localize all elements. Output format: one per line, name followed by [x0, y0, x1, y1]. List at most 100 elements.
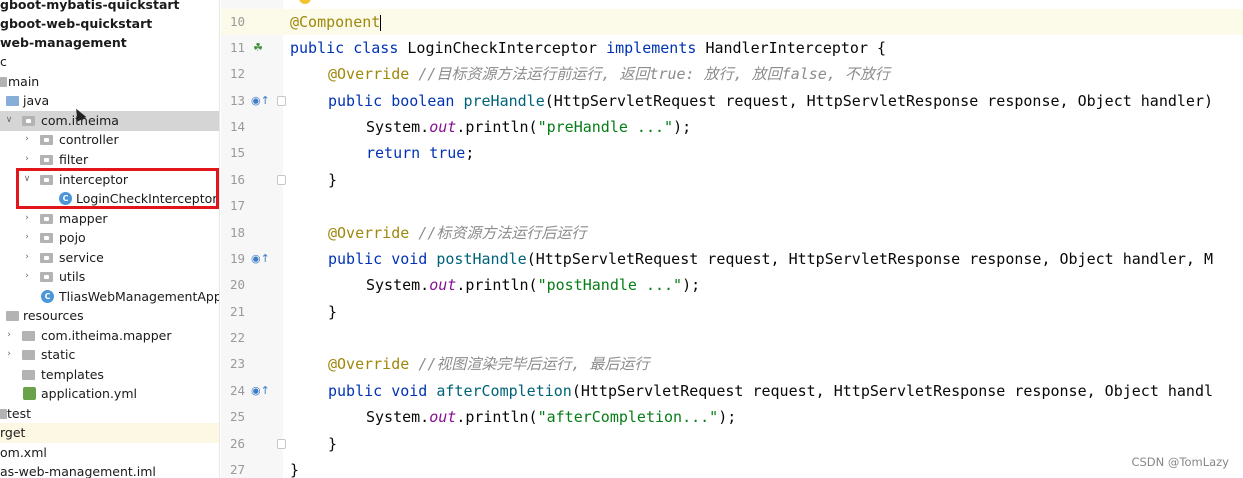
folder-icon: [22, 370, 35, 380]
chevron-right-icon[interactable]: ›: [4, 345, 14, 365]
line-number: 11: [229, 40, 245, 55]
line-number: 15: [229, 145, 245, 160]
line-number: 22: [229, 330, 245, 345]
keyword: public: [328, 92, 383, 110]
method-name: preHandle: [463, 92, 545, 110]
tree-item-com-itheima-mapper[interactable]: › com.itheima.mapper: [0, 326, 219, 346]
tree-item[interactable]: web-management: [0, 33, 219, 53]
tree-item-label: mapper: [59, 211, 108, 226]
tree-item-pojo[interactable]: › pojo: [0, 228, 219, 248]
method-params: (HttpServletRequest request, HttpServlet…: [571, 382, 1214, 400]
code-text: System.: [366, 276, 430, 294]
code-text: System.: [366, 118, 430, 136]
tree-item[interactable]: c: [0, 52, 219, 72]
line-number: 12: [229, 66, 245, 81]
chevron-right-icon[interactable]: ›: [22, 267, 32, 287]
tree-item-filter[interactable]: › filter: [0, 150, 219, 170]
code-line-26: }: [328, 431, 337, 457]
code-editor[interactable]: 10 11 12 13 14 15 16 17 18 19 20 21 22 2…: [221, 0, 1243, 478]
code-text: );: [682, 276, 701, 294]
string-literal: "preHandle ...": [537, 118, 674, 136]
fold-marker-icon[interactable]: [277, 175, 286, 185]
line-number: 27: [229, 462, 245, 477]
tree-item-application-yml[interactable]: application.yml: [0, 384, 219, 404]
line-number: 19: [229, 251, 245, 266]
lightbulb-icon[interactable]: [299, 0, 311, 4]
package-icon: [40, 214, 53, 224]
annotation: @Override: [328, 355, 410, 373]
line-number: 26: [229, 436, 245, 451]
keyword: public: [328, 382, 383, 400]
chevron-right-icon[interactable]: ›: [22, 248, 32, 268]
fold-marker-icon[interactable]: [277, 439, 286, 449]
spring-boot-class-icon: C: [41, 290, 54, 303]
code-line-18: @Override //标资源方法运行后运行: [328, 220, 586, 246]
tree-item-service[interactable]: › service: [0, 248, 219, 268]
tree-item-application-class[interactable]: C TliasWebManagementApplic: [0, 287, 219, 307]
field: out: [429, 118, 457, 136]
chevron-right-icon[interactable]: ›: [22, 150, 32, 170]
package-icon: [22, 116, 35, 126]
chevron-right-icon[interactable]: ›: [22, 228, 32, 248]
code-line-16: }: [328, 167, 337, 193]
code-line-10: @Component: [290, 9, 382, 35]
project-tree: gboot-mybatis-quickstart gboot-web-quick…: [0, 0, 220, 478]
tree-item-iml[interactable]: as-web-management.iml: [0, 462, 219, 478]
tree-item-target[interactable]: rget: [0, 423, 219, 443]
method-name: postHandle: [436, 250, 527, 268]
keyword: boolean: [391, 92, 455, 110]
spring-bean-icon[interactable]: ☘: [251, 41, 265, 55]
chevron-right-icon[interactable]: ›: [22, 209, 32, 229]
tree-item[interactable]: gboot-mybatis-quickstart: [0, 0, 219, 15]
tree-item-resources[interactable]: resources: [0, 306, 219, 326]
implements-method-icon[interactable]: ◉↑: [251, 94, 270, 108]
code-line-19: public void postHandle(HttpServletReques…: [328, 246, 1213, 272]
folder-icon: [22, 350, 35, 360]
line-number: 23: [229, 356, 245, 371]
comment: //目标资源方法运行前运行, 返回true: 放行, 放回false, 不放行: [418, 65, 890, 83]
tree-item-pom-xml[interactable]: om.xml: [0, 443, 219, 463]
tree-item-label: pojo: [59, 230, 86, 245]
keyword: implements: [606, 39, 697, 57]
implements-method-icon[interactable]: ◉↑: [251, 252, 270, 266]
tree-item-templates[interactable]: templates: [0, 365, 219, 385]
tree-item-com-itheima[interactable]: ∨ com.itheima: [0, 111, 219, 131]
tree-item-test[interactable]: test: [0, 404, 219, 424]
tree-item[interactable]: gboot-web-quickstart: [0, 14, 219, 34]
tree-item-label: service: [59, 250, 104, 265]
tree-item-main[interactable]: main: [0, 72, 219, 92]
chevron-down-icon[interactable]: ∨: [4, 111, 14, 131]
code-text: }: [290, 461, 300, 478]
field: out: [429, 276, 457, 294]
tree-item-label: java: [23, 93, 50, 108]
code-line-23: @Override //视图渲染完毕后运行, 最后运行: [328, 351, 649, 377]
fold-marker-icon[interactable]: [277, 96, 286, 106]
package-icon: [40, 233, 53, 243]
tree-item-static[interactable]: › static: [0, 345, 219, 365]
tree-item-controller[interactable]: › controller: [0, 130, 219, 150]
chevron-right-icon[interactable]: ›: [22, 130, 32, 150]
line-number: 21: [229, 304, 245, 319]
package-icon: [40, 272, 53, 282]
code-line-24: public void afterCompletion(HttpServletR…: [328, 378, 1213, 404]
chevron-right-icon[interactable]: ›: [4, 326, 14, 346]
method-params: (HttpServletRequest request, HttpServlet…: [526, 250, 1214, 268]
code-text: .println(: [456, 408, 538, 426]
code-text: .println(: [456, 276, 538, 294]
highlight-box: [16, 168, 219, 209]
code-text: );: [673, 118, 692, 136]
code-line-27: }: [290, 457, 299, 478]
code-line-12: @Override //目标资源方法运行前运行, 返回true: 放行, 放回f…: [328, 61, 890, 87]
tree-item-label: application.yml: [41, 386, 137, 401]
code-text: }: [328, 303, 338, 321]
tree-item-utils[interactable]: › utils: [0, 267, 219, 287]
keyword: public: [290, 39, 345, 57]
tree-item-mapper[interactable]: › mapper: [0, 209, 219, 229]
tree-item-label: main: [8, 74, 40, 89]
implements-method-icon[interactable]: ◉↑: [251, 384, 270, 398]
watermark: CSDN @TomLazy: [1131, 455, 1229, 469]
line-number: 24: [229, 383, 245, 398]
tree-item-label: web-management: [0, 35, 127, 50]
comment: //视图渲染完毕后运行, 最后运行: [418, 355, 650, 373]
tree-item-java[interactable]: java: [0, 91, 219, 111]
